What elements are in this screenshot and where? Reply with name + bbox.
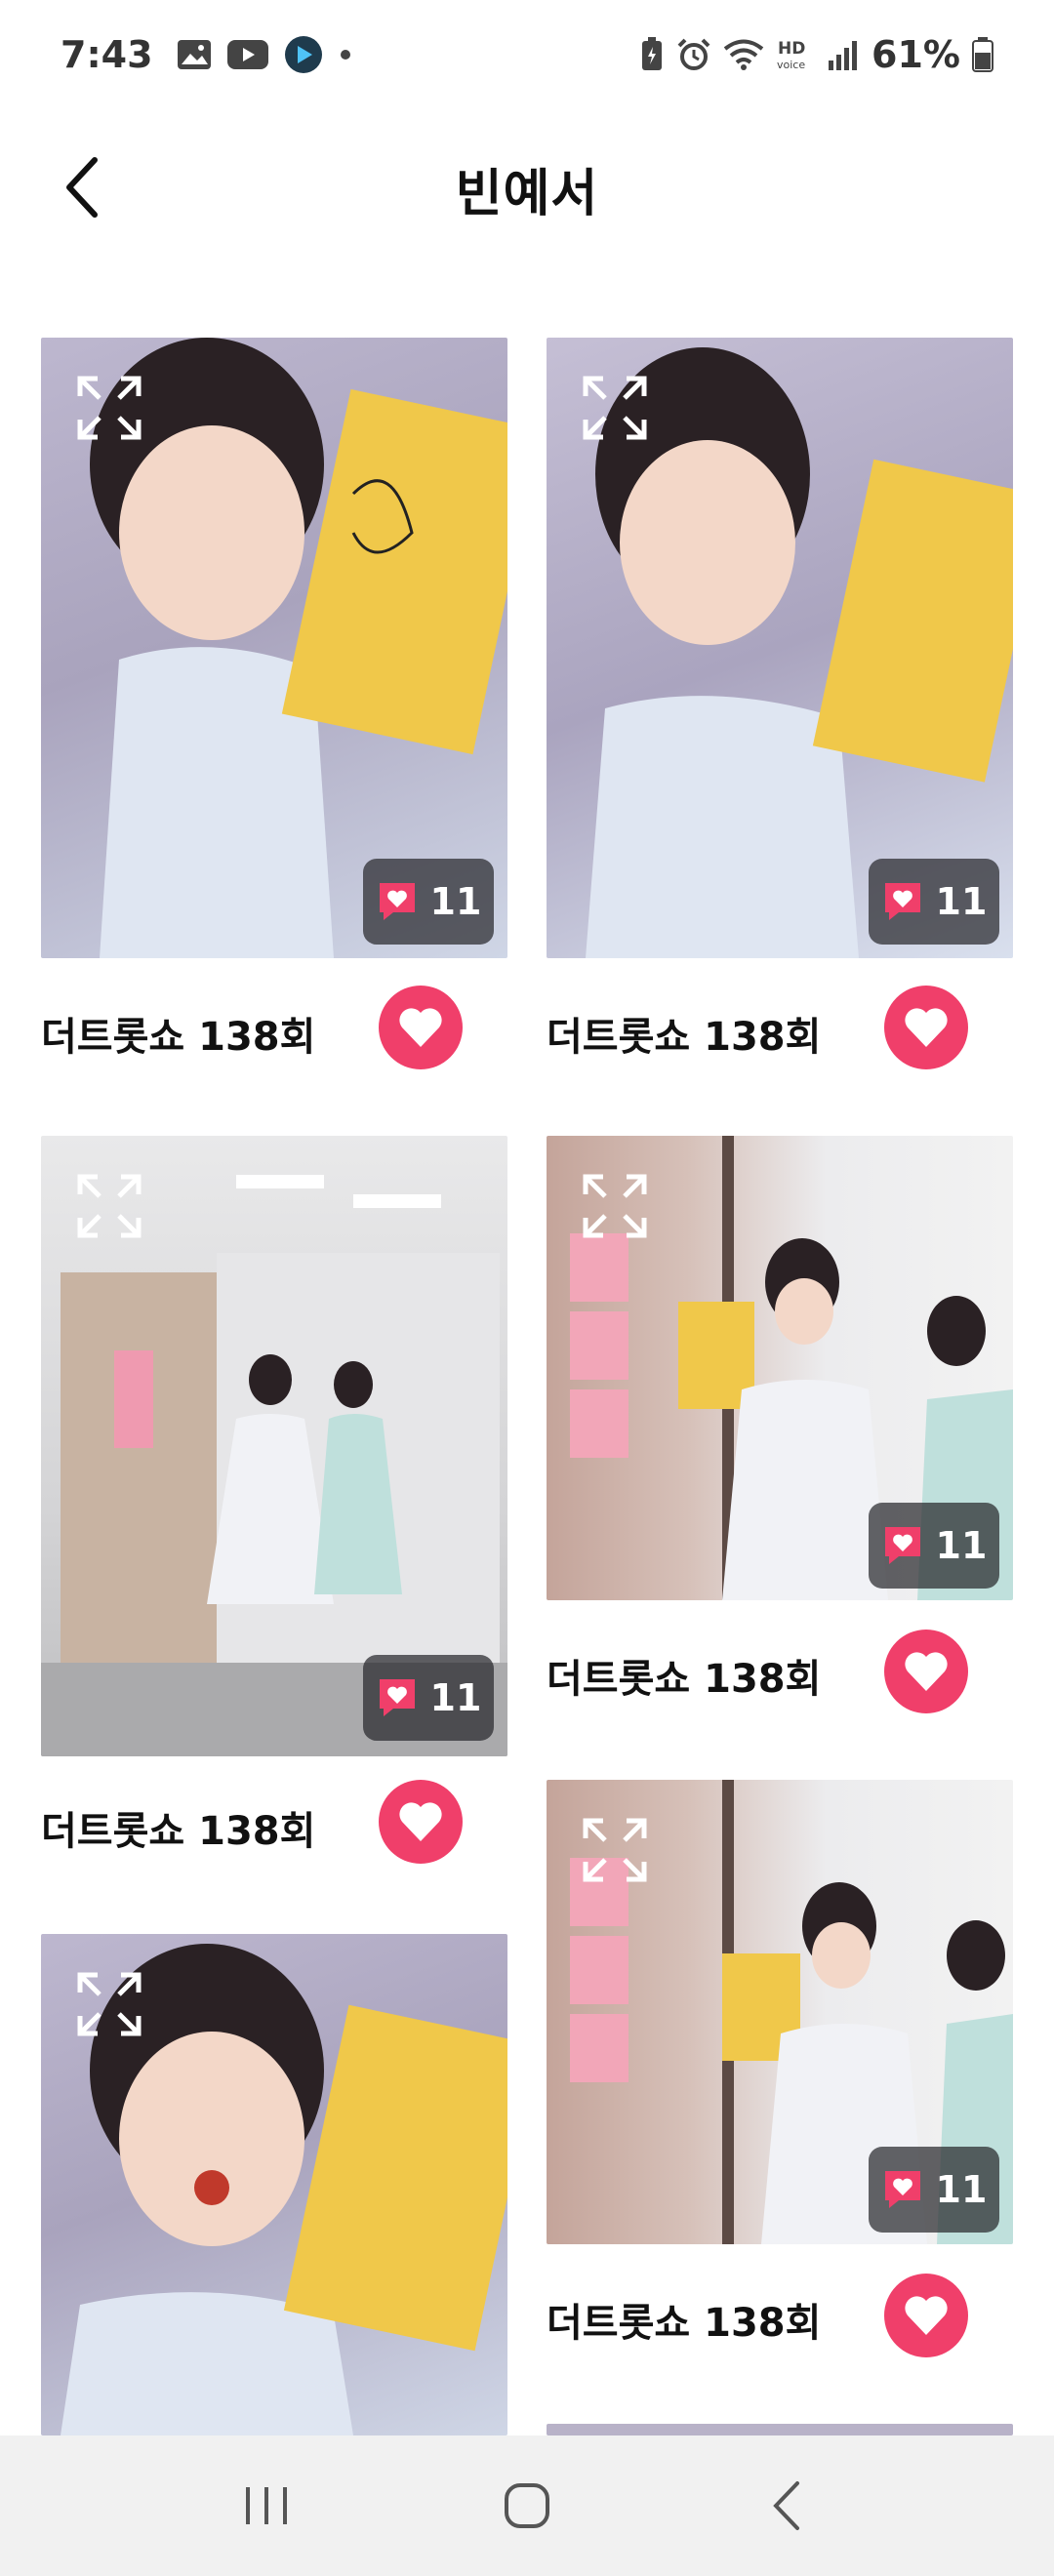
- photo-card: 11 더트롯쇼 138회: [547, 1780, 1013, 2404]
- like-count: 11: [935, 2168, 988, 2211]
- recent-apps-icon: [246, 2487, 288, 2524]
- photo-card: 11 더트롯쇼 138회: [41, 338, 507, 1099]
- expand-icon[interactable]: [76, 375, 142, 441]
- card-title: 더트롯쇼 138회: [547, 2301, 822, 2346]
- like-button[interactable]: [884, 1630, 968, 1713]
- recent-apps-button[interactable]: [218, 2457, 315, 2555]
- like-count-badge: 11: [363, 859, 494, 945]
- photo-thumbnail[interactable]: 11: [547, 338, 1013, 958]
- heart-icon: [905, 2296, 948, 2335]
- expand-icon[interactable]: [76, 1173, 142, 1239]
- like-count: 11: [935, 1524, 988, 1567]
- like-count: 11: [429, 1676, 482, 1719]
- like-count-badge: 11: [869, 2147, 999, 2233]
- photo-card: 11 더트롯쇼 138회: [41, 1136, 507, 1907]
- like-count: 11: [429, 880, 482, 923]
- heart-icon: [399, 1802, 442, 1841]
- like-button[interactable]: [884, 986, 968, 1069]
- photo-card: 11 더트롯쇼 138회: [547, 1136, 1013, 1760]
- heart-icon: [905, 1652, 948, 1691]
- like-count-badge: 11: [869, 1503, 999, 1589]
- like-button[interactable]: [379, 986, 463, 1069]
- photo-thumbnail[interactable]: 11: [547, 1136, 1013, 1600]
- heart-chat-icon: [884, 2171, 920, 2208]
- photo-grid: 11 더트롯쇼 138회 11 더트롯쇼 138회 11 더트롯쇼 138회 1…: [0, 0, 1054, 2576]
- home-icon: [504, 2483, 549, 2528]
- heart-chat-icon: [884, 883, 920, 920]
- photo-thumbnail[interactable]: [547, 2424, 1013, 2435]
- expand-icon[interactable]: [76, 1971, 142, 2037]
- back-icon: [772, 2481, 799, 2530]
- home-button[interactable]: [478, 2457, 576, 2555]
- expand-icon[interactable]: [582, 375, 648, 441]
- card-title: 더트롯쇼 138회: [547, 1015, 822, 1060]
- heart-icon: [399, 1008, 442, 1047]
- system-nav-bar: [0, 2435, 1054, 2576]
- photo-thumbnail[interactable]: 11: [547, 1780, 1013, 2244]
- photo-card: [41, 1934, 507, 2435]
- expand-icon[interactable]: [582, 1817, 648, 1883]
- like-count-badge: 11: [363, 1655, 494, 1741]
- card-title: 더트롯쇼 138회: [41, 1809, 316, 1854]
- like-count-badge: 11: [869, 859, 999, 945]
- card-title: 더트롯쇼 138회: [547, 1657, 822, 1702]
- photo-thumbnail[interactable]: 11: [41, 1136, 507, 1756]
- like-button[interactable]: [884, 2274, 968, 2357]
- heart-chat-icon: [379, 1679, 415, 1716]
- heart-chat-icon: [884, 1527, 920, 1564]
- photo-thumbnail[interactable]: 11: [41, 338, 507, 958]
- like-count: 11: [935, 880, 988, 923]
- like-button[interactable]: [379, 1780, 463, 1864]
- nav-back-button[interactable]: [739, 2457, 836, 2555]
- heart-chat-icon: [379, 883, 415, 920]
- card-title: 더트롯쇼 138회: [41, 1015, 316, 1060]
- heart-icon: [905, 1008, 948, 1047]
- photo-card-partial: [547, 2424, 1013, 2435]
- expand-icon[interactable]: [582, 1173, 648, 1239]
- photo-card: 11 더트롯쇼 138회: [547, 338, 1013, 1099]
- photo-thumbnail[interactable]: [41, 1934, 507, 2435]
